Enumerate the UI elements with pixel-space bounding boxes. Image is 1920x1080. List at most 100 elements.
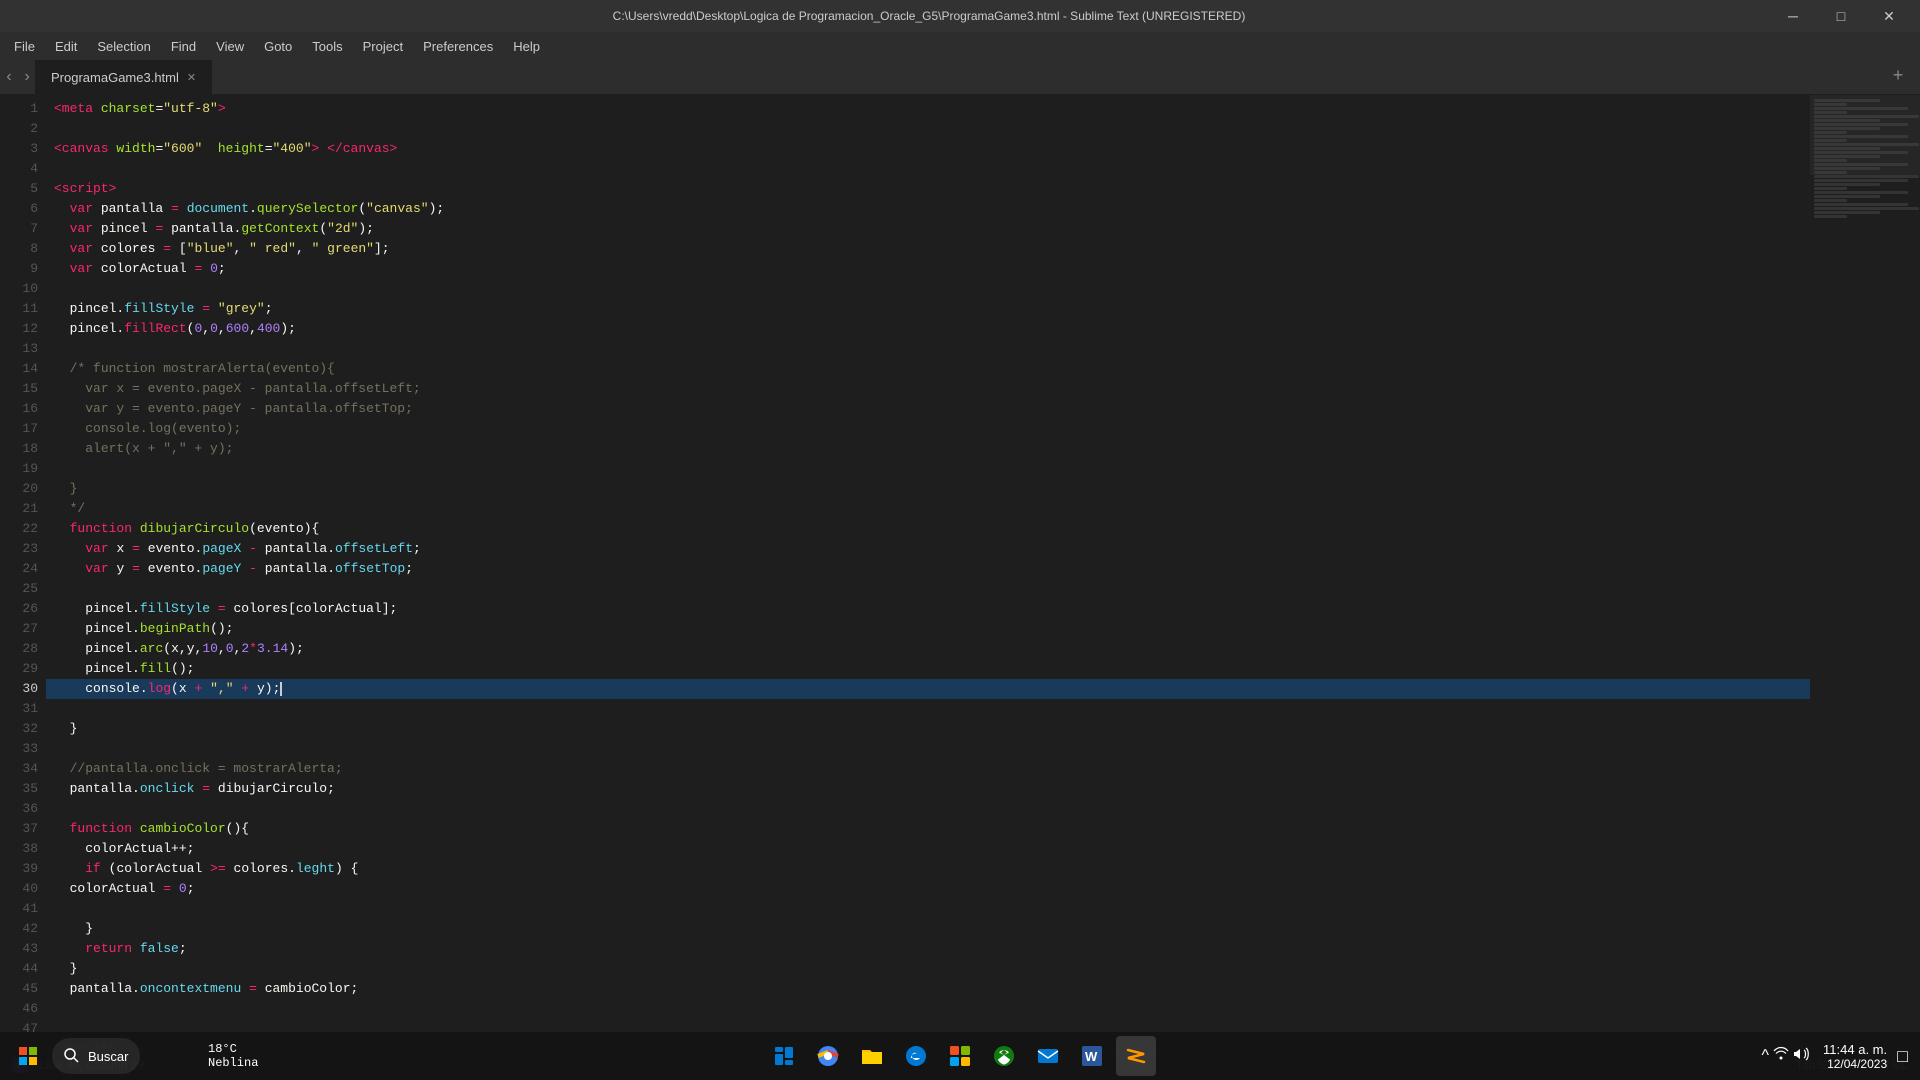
code-line-14: /* function mostrarAlerta(evento){ [46,359,1810,379]
code-line-3: <canvas width="600" height="400"> </canv… [46,139,1810,159]
editor-container: 1 2 3 4 5 6 7 8 9 10 11 12 13 14 15 16 1… [0,95,1920,1048]
title-bar: C:\Users\vredd\Desktop\Logica de Program… [0,0,1920,32]
line-num-46: 46 [0,999,38,1019]
tab-nav-next[interactable]: › [18,60,36,95]
line-num-2: 2 [0,119,38,139]
line-num-37: 37 [0,819,38,839]
maximize-button[interactable]: □ [1818,0,1864,32]
tray-network[interactable] [1773,1046,1789,1067]
tray-chevron[interactable]: ^ [1762,1047,1770,1065]
code-line-35 [46,799,1810,819]
taskbar-app-folder[interactable] [852,1036,892,1076]
code-line-26: pincel.fillStyle = colores[colorActual]; [46,599,1810,619]
line-num-28: 28 [0,639,38,659]
line-num-34: 34 [0,759,38,779]
close-button[interactable]: ✕ [1866,0,1912,32]
menu-goto[interactable]: Goto [254,32,302,60]
taskbar-center-icons: W [764,1036,1156,1076]
notification-button[interactable]: □ [1893,1046,1912,1067]
line-num-41: 41 [0,899,38,919]
taskbar-app-mail[interactable] [1028,1036,1068,1076]
tray-volume[interactable] [1793,1046,1809,1067]
line-num-1: 1 [0,99,38,119]
code-line-16: var y = evento.pageY - pantalla.offsetTo… [46,399,1810,419]
line-num-23: 23 [0,539,38,559]
line-num-36: 36 [0,799,38,819]
code-editor[interactable]: <meta charset="utf-8"> <canvas width="60… [46,95,1810,1048]
line-num-7: 7 [0,219,38,239]
minimize-button[interactable]: ─ [1770,0,1816,32]
menu-find[interactable]: Find [161,32,206,60]
code-line-39: colorActual = 0; [46,879,1810,899]
taskbar-app-chrome[interactable] [808,1036,848,1076]
line-num-15: 15 [0,379,38,399]
svg-text:W: W [1085,1049,1098,1064]
menu-selection[interactable]: Selection [87,32,160,60]
taskbar-app-xbox[interactable] [984,1036,1024,1076]
code-line-34: pantalla.onclick = dibujarCirculo; [46,779,1810,799]
taskbar-app-edge[interactable] [896,1036,936,1076]
line-num-8: 8 [0,239,38,259]
menu-view[interactable]: View [206,32,254,60]
menu-project[interactable]: Project [353,32,413,60]
code-line-36: function cambioColor(){ [46,819,1810,839]
line-num-27: 27 [0,619,38,639]
line-num-6: 6 [0,199,38,219]
taskbar: Buscar [0,1032,1920,1080]
line-num-42: 42 [0,919,38,939]
taskbar-app-widgets[interactable] [764,1036,804,1076]
tab-programagame3[interactable]: ProgramaGame3.html ✕ [35,60,213,95]
code-line-23: var x = evento.pageX - pantalla.offsetLe… [46,539,1810,559]
line-num-5: 5 [0,179,38,199]
taskbar-app-sublime[interactable] [1116,1036,1156,1076]
line-num-4: 4 [0,159,38,179]
line-num-11: 11 [0,299,38,319]
line-num-20: 20 [0,479,38,499]
minimap-viewport[interactable] [1810,95,1920,175]
tab-label: ProgramaGame3.html [51,70,179,85]
code-line-42: return false; [46,939,1810,959]
code-line-7: var pincel = pantalla.getContext("2d"); [46,219,1810,239]
tab-close-button[interactable]: ✕ [187,71,196,84]
code-line-40 [46,899,1810,919]
weather-temp: 18°C [208,1042,237,1056]
line-num-44: 44 [0,959,38,979]
code-line-31 [46,699,1810,719]
taskbar-app-word[interactable]: W [1072,1036,1112,1076]
line-num-18: 18 [0,439,38,459]
menu-bar: File Edit Selection Find View Goto Tools… [0,32,1920,60]
code-line-44: pantalla.oncontextmenu = cambioColor; [46,979,1810,999]
line-num-26: 26 [0,599,38,619]
line-num-3: 3 [0,139,38,159]
menu-tools[interactable]: Tools [302,32,352,60]
new-tab-button[interactable]: + [1884,63,1912,91]
system-clock[interactable]: 11:44 a. m. 12/04/2023 [1823,1042,1887,1071]
line-num-14: 14 [0,359,38,379]
taskbar-app-store[interactable] [940,1036,980,1076]
code-line-1: <meta charset="utf-8"> [46,99,1810,119]
code-line-32: } [46,719,1810,739]
tab-nav-prev[interactable]: ‹ [0,60,18,95]
line-num-22: 22 [0,519,38,539]
window-controls[interactable]: ─ □ ✕ [1770,0,1912,32]
code-line-6: var pantalla = document.querySelector("c… [46,199,1810,219]
search-taskbar-button[interactable]: Buscar [52,1038,140,1074]
menu-file[interactable]: File [4,32,45,60]
start-button[interactable] [8,1036,48,1076]
line-num-17: 17 [0,419,38,439]
minimap [1810,95,1920,1048]
code-line-37: colorActual++; [46,839,1810,859]
line-num-29: 29 [0,659,38,679]
line-num-39: 39 [0,859,38,879]
line-num-33: 33 [0,739,38,759]
line-num-9: 9 [0,259,38,279]
code-line-12: pincel.fillRect(0,0,600,400); [46,319,1810,339]
code-line-9: var colorActual = 0; [46,259,1810,279]
menu-preferences[interactable]: Preferences [413,32,503,60]
menu-edit[interactable]: Edit [45,32,87,60]
menu-help[interactable]: Help [503,32,550,60]
code-line-22: function dibujarCirculo(evento){ [46,519,1810,539]
line-num-21: 21 [0,499,38,519]
weather-widget[interactable]: 18°C Neblina [200,1042,266,1070]
code-line-28: pincel.arc(x,y,10,0,2*3.14); [46,639,1810,659]
